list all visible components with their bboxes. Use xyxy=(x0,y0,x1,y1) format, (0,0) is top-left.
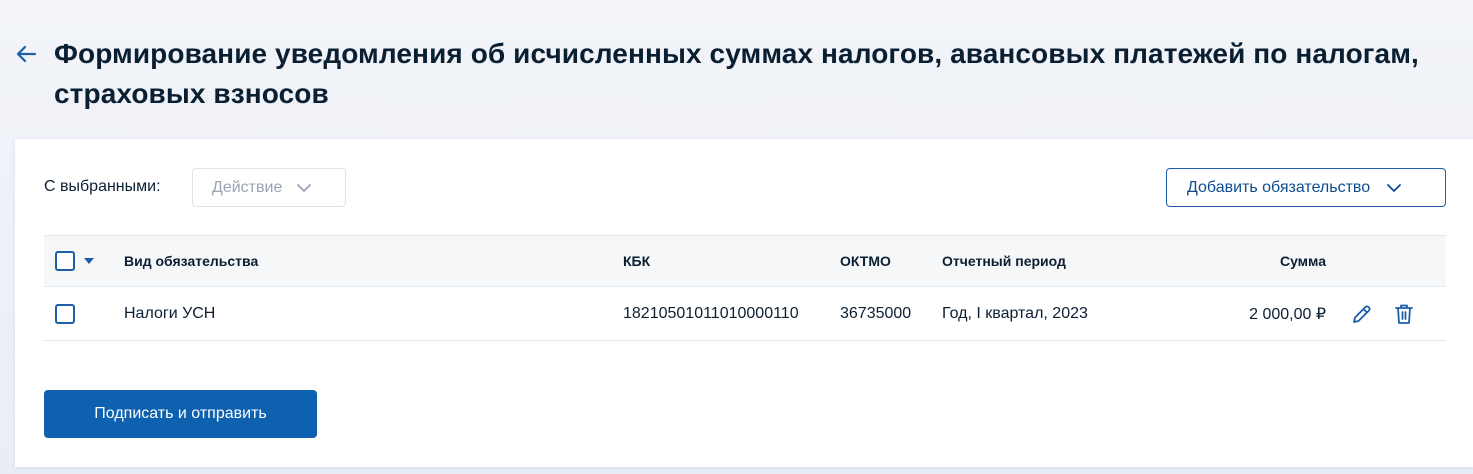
trash-icon xyxy=(1395,304,1413,324)
chevron-down-icon xyxy=(1387,183,1402,192)
sign-and-send-button[interactable]: Подписать и отправить xyxy=(44,390,317,438)
row-period: Год, I квартал, 2023 xyxy=(942,304,1088,322)
back-button[interactable] xyxy=(12,40,40,68)
page-title: Формирование уведомления об исчисленных … xyxy=(54,38,1419,109)
obligations-table: Вид обязательства КБК ОКТМО Отчетный пер… xyxy=(44,235,1446,341)
row-oktmo: 36735000 xyxy=(840,304,912,322)
row-kbk: 18210501011010000110 xyxy=(623,304,799,322)
obligations-card: С выбранными: Действие Добавить обязател… xyxy=(15,139,1473,467)
column-header-period[interactable]: Отчетный период xyxy=(942,236,1066,286)
row-checkbox[interactable] xyxy=(55,303,75,324)
pencil-icon xyxy=(1353,304,1371,323)
select-menu-caret-icon[interactable] xyxy=(84,258,94,264)
row-type: Налоги УСН xyxy=(124,304,216,322)
select-all-cell xyxy=(55,236,75,286)
table-row: Налоги УСН 18210501011010000110 36735000… xyxy=(44,287,1446,341)
column-header-oktmo[interactable]: ОКТМО xyxy=(840,236,891,286)
action-select[interactable]: Действие xyxy=(192,168,346,207)
page-header: Формирование уведомления об исчисленных … xyxy=(0,0,1473,138)
table-header: Вид обязательства КБК ОКТМО Отчетный пер… xyxy=(44,235,1446,287)
column-header-type[interactable]: Вид обязательства xyxy=(124,236,258,286)
chevron-down-icon xyxy=(297,183,312,192)
action-select-placeholder: Действие xyxy=(212,178,283,196)
select-menu-cell xyxy=(84,236,94,286)
arrow-left-icon xyxy=(16,45,37,63)
add-obligation-label: Добавить обязательство xyxy=(1187,178,1371,196)
add-obligation-button[interactable]: Добавить обязательство xyxy=(1166,168,1446,207)
select-all-checkbox[interactable] xyxy=(55,251,75,271)
delete-button[interactable] xyxy=(1390,287,1418,340)
row-sum: 2 000,00 ₽ xyxy=(1249,305,1326,323)
column-header-sum[interactable]: Сумма xyxy=(1144,236,1326,286)
column-header-kbk[interactable]: КБК xyxy=(623,236,650,286)
edit-button[interactable] xyxy=(1348,287,1376,340)
row-select-cell xyxy=(55,287,75,340)
selected-items-label: С выбранными: xyxy=(44,178,161,195)
